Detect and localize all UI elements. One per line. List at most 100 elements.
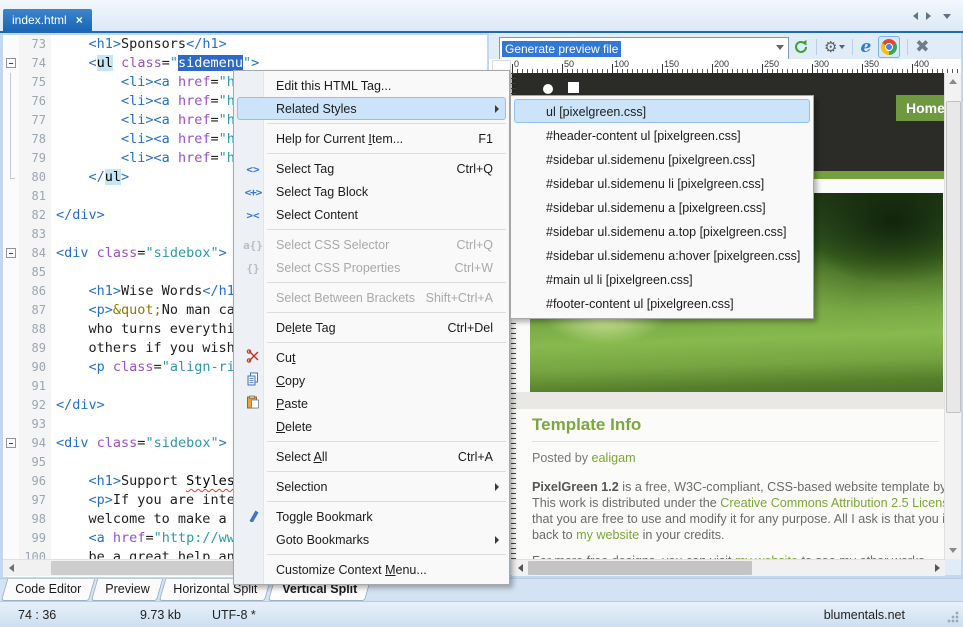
related-styles-submenu: ul [pixelgreen.css]#header-content ul [p… [510,95,814,319]
code-text[interactable]: <div class="sidebox"> [51,244,227,263]
refresh-icon[interactable] [793,39,809,55]
code-text[interactable] [51,377,56,396]
fold-toggle-icon[interactable] [6,438,16,448]
menu-item-select-between-brackets[interactable]: Select Between BracketsShift+Ctrl+A [237,286,506,309]
text-link[interactable]: my website [576,528,639,542]
code-text[interactable]: <h1>Support Stylesh [51,472,243,491]
code-text[interactable]: <li><a href="ht [51,130,243,149]
submenu-item[interactable]: #sidebar ul.sidemenu li [pixelgreen.css] [514,171,810,195]
code-text[interactable]: <a href="http://www [51,529,243,548]
preview-vertical-scrollbar[interactable] [944,73,961,559]
code-text[interactable]: <p class="align-rig [51,358,243,377]
fold-toggle-icon[interactable] [6,58,16,68]
code-text[interactable]: </div> [51,396,105,415]
code-text[interactable]: <li><a href="ht [51,92,243,111]
menu-item-label: Help for Current Item... [268,132,478,146]
code-text[interactable]: <p>If you are inter [51,491,243,510]
menu-item-edit-this-html-tag[interactable]: Edit this HTML Tag... [237,74,506,97]
submenu-item[interactable]: #sidebar ul.sidemenu a [pixelgreen.css] [514,195,810,219]
menu-item-help-for-current-item[interactable]: Help for Current Item...F1 [237,127,506,150]
code-text[interactable]: <h1>Sponsors</h1> [51,35,227,54]
code-text[interactable] [51,263,56,282]
tab-close-icon[interactable]: × [76,14,83,26]
scroll-left-button[interactable] [512,560,528,576]
menu-item-goto-bookmarks[interactable]: Goto Bookmarks [237,528,506,551]
menu-item-select-tag-block[interactable]: <+>Select Tag Block [237,180,506,203]
menu-item-select-css-properties[interactable]: {}Select CSS PropertiesCtrl+W [237,256,506,279]
ruler-label: 50 [564,59,574,69]
fold-gutter [3,434,19,453]
settings-dropdown-icon[interactable] [839,45,845,49]
tab-index-html[interactable]: index.html × [3,9,92,31]
text-link[interactable]: Creative Commons Attribution 2.5 License… [720,496,945,510]
submenu-item[interactable]: ul [pixelgreen.css] [514,99,810,123]
menu-item-copy[interactable]: Copy [237,369,506,392]
submenu-item[interactable]: #footer-content ul [pixelgreen.css] [514,291,810,315]
code-text[interactable]: </div> [51,206,105,225]
author-link[interactable]: ealigam [592,451,636,465]
menu-item-customize-context-menu[interactable]: Customize Context Menu... [237,558,506,581]
chrome-browser-button[interactable] [878,36,900,58]
submenu-item[interactable]: #sidebar ul.sidemenu [pixelgreen.css] [514,147,810,171]
settings-button[interactable]: ⚙ [824,40,845,55]
internet-explorer-icon[interactable]: e [860,37,871,57]
code-text[interactable]: who turns everythin [51,320,243,339]
menu-item-related-styles[interactable]: Related Styles [237,97,506,120]
horizontal-ruler: 050100150200250300350400 [489,59,961,73]
scroll-tabs-left-icon[interactable] [913,12,918,20]
preview-horizontal-scrollbar[interactable] [512,559,945,576]
home-nav-button[interactable]: Home [896,95,945,121]
code-text[interactable] [51,453,56,472]
menu-item-toggle-bookmark[interactable]: Toggle Bookmark [237,505,506,528]
code-text[interactable]: <li><a href="ht [51,149,243,168]
menu-item-select-tag[interactable]: <>Select TagCtrl+Q [237,157,506,180]
fold-gutter [3,339,19,358]
tab-list-dropdown-icon[interactable] [943,14,951,19]
code-text[interactable] [51,187,56,206]
settings-gear-icon[interactable]: ⚙ [824,40,837,55]
scrollbar-thumb[interactable] [528,561,752,575]
submenu-item[interactable]: #sidebar ul.sidemenu a:hover [pixelgreen… [514,243,810,267]
ruler-major-tick [912,64,913,73]
menu-item-cut[interactable]: Cut [237,346,506,369]
code-line[interactable]: 73 <h1>Sponsors</h1> [3,35,487,54]
close-icon[interactable]: ✖ [915,39,929,55]
menu-item-delete-tag[interactable]: Delete TagCtrl+Del [237,316,506,339]
code-text[interactable]: <li><a href="ht [51,111,243,130]
code-text[interactable]: <h1>Wise Words</h1> [51,282,243,301]
code-text[interactable]: <li><a href="ht [51,73,243,92]
code-text[interactable]: welcome to make a s [51,510,243,529]
submenu-item[interactable]: #header-content ul [pixelgreen.css] [514,123,810,147]
menu-item-select-css-selector[interactable]: a{}Select CSS SelectorCtrl+Q [237,233,506,256]
code-text[interactable]: <ul class="sidemenu"> [51,54,259,73]
fold-toggle-icon[interactable] [6,248,16,258]
line-number: 98 [19,510,51,529]
scroll-left-button[interactable] [3,560,19,576]
scrollbar-thumb[interactable] [946,101,961,413]
code-text[interactable]: <p>&quot;No man can [51,301,243,320]
code-text[interactable] [51,415,56,434]
code-text[interactable]: others if you wish [51,339,235,358]
menu-item-delete[interactable]: Delete [237,415,506,438]
menu-item-select-all[interactable]: Select AllCtrl+A [237,445,506,468]
code-text[interactable] [51,225,56,244]
code-text[interactable]: <div class="sidebox"> [51,434,227,453]
scroll-down-icon[interactable] [949,548,957,553]
scroll-up-icon[interactable] [949,79,957,84]
view-tab-code-editor[interactable]: Code Editor [1,579,95,601]
code-text[interactable]: </ul> [51,168,129,187]
fold-gutter [3,453,19,472]
submenu-item[interactable]: #main ul li [pixelgreen.css] [514,267,810,291]
menu-item-selection[interactable]: Selection [237,475,506,498]
scroll-right-button[interactable] [929,560,945,576]
submenu-item[interactable]: #sidebar ul.sidemenu a.top [pixelgreen.c… [514,219,810,243]
preview-file-combobox[interactable]: Generate preview file [499,37,789,60]
menu-item-paste[interactable]: Paste [237,392,506,415]
resize-grip[interactable] [947,611,959,623]
chevron-down-icon[interactable] [776,45,784,50]
select-tag-icon: <> [238,162,268,176]
scroll-tabs-right-icon[interactable] [926,12,931,20]
view-tab-preview[interactable]: Preview [91,579,164,601]
line-number: 94 [19,434,51,453]
menu-item-select-content[interactable]: ><Select Content [237,203,506,226]
